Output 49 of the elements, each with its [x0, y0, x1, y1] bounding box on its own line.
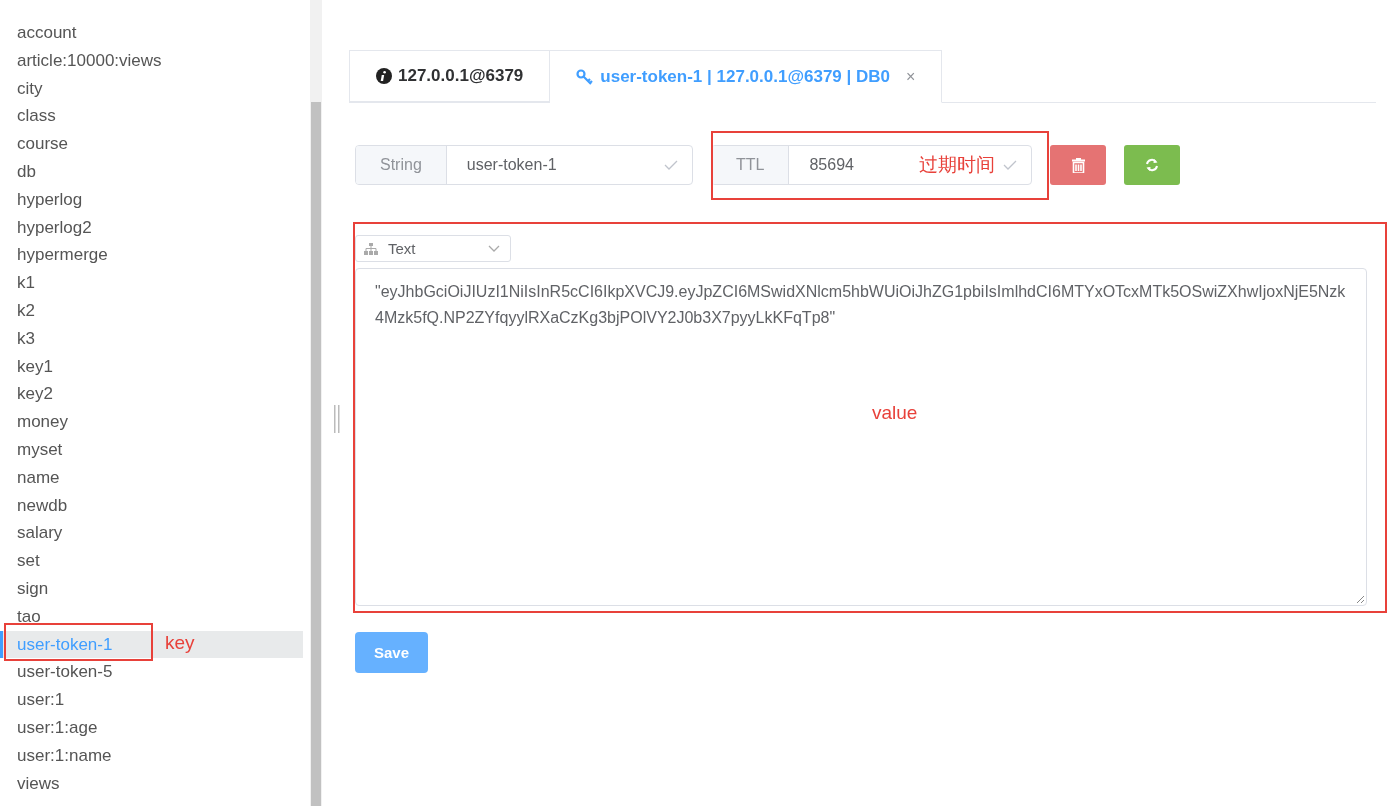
key-item[interactable]: db: [0, 158, 304, 186]
key-item[interactable]: newdb: [0, 491, 304, 520]
key-item[interactable]: hyperlog: [0, 185, 304, 214]
annotation-label: value: [872, 402, 918, 424]
ttl-field[interactable]: 85694: [809, 156, 911, 174]
key-item[interactable]: set: [0, 547, 304, 575]
key-item[interactable]: city: [0, 74, 304, 103]
annotation-label: 过期时间: [919, 153, 995, 177]
scrollbar-thumb[interactable]: [311, 102, 321, 806]
key-item[interactable]: sign: [0, 574, 304, 603]
info-icon: [376, 68, 392, 84]
key-item[interactable]: class: [0, 102, 304, 131]
key-item[interactable]: hypermerge: [0, 241, 304, 270]
key-item[interactable]: article:10000:views: [0, 46, 304, 75]
resize-grip-icon[interactable]: [1355, 594, 1365, 604]
refresh-button[interactable]: [1124, 145, 1180, 185]
key-item[interactable]: account: [0, 19, 304, 47]
key-item[interactable]: name: [0, 463, 304, 492]
format-select[interactable]: Text: [355, 235, 511, 262]
key-item[interactable]: k3: [0, 324, 304, 353]
key-icon: [576, 68, 595, 85]
check-icon: [664, 160, 678, 170]
tab[interactable]: 127.0.0.1@6379: [349, 50, 551, 102]
hierarchy-icon: [364, 242, 378, 255]
ttl-label: TTL: [712, 146, 790, 184]
key-item[interactable]: course: [0, 130, 304, 158]
delete-button[interactable]: [1050, 145, 1106, 185]
key-item[interactable]: user-token-5: [0, 658, 304, 687]
key-item[interactable]: key2: [0, 380, 304, 409]
key-item[interactable]: key1: [0, 352, 304, 381]
chevron-down-icon: [488, 245, 500, 252]
key-item[interactable]: user:1:age: [0, 713, 304, 742]
key-item[interactable]: hyperlog2: [0, 213, 304, 242]
resize-handle-icon[interactable]: [334, 405, 340, 433]
key-name-field[interactable]: user-token-1: [466, 156, 656, 174]
key-item[interactable]: user:1:name: [0, 741, 304, 770]
key-item[interactable]: tao: [0, 602, 304, 631]
key-item[interactable]: salary: [0, 519, 304, 548]
trash-icon: [1071, 157, 1085, 173]
key-item[interactable]: views: [0, 769, 304, 798]
key-item[interactable]: user:1: [0, 686, 304, 714]
annotation-label: key: [165, 632, 195, 654]
key-item[interactable]: myset: [0, 435, 304, 464]
key-item[interactable]: money: [0, 408, 304, 436]
key-item[interactable]: k1: [0, 269, 304, 297]
type-label: String: [356, 146, 447, 184]
key-item[interactable]: k2: [0, 296, 304, 325]
check-icon: [1003, 160, 1017, 170]
refresh-icon: [1145, 158, 1159, 172]
